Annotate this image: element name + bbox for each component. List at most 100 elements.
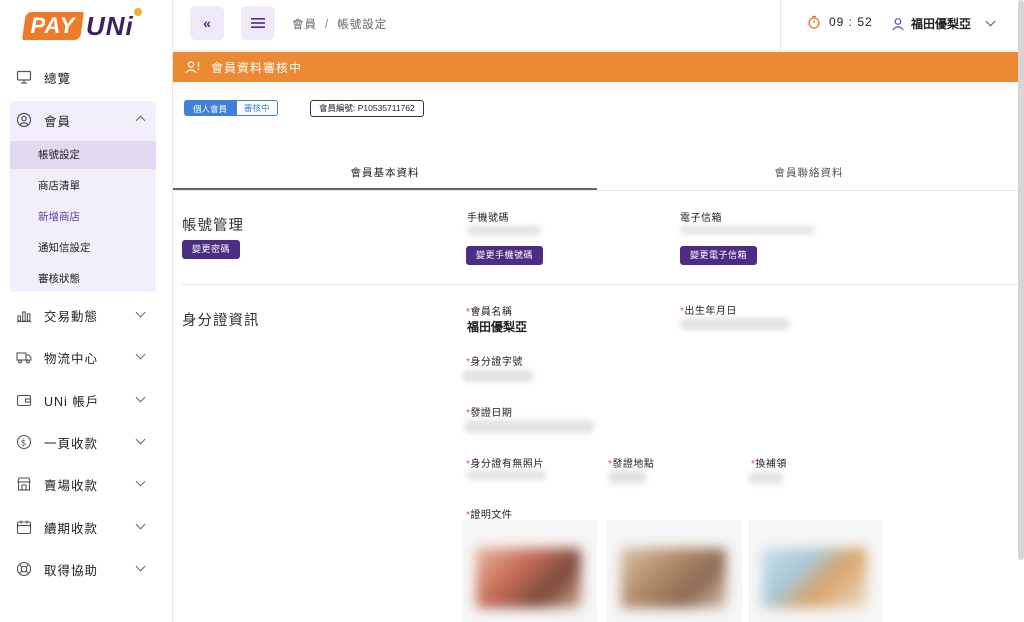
user-menu[interactable]: 福田優梨亞	[891, 15, 996, 32]
sidebar-item-overview[interactable]: 總覽	[10, 62, 156, 92]
header-divider	[780, 0, 781, 51]
payuni-logo[interactable]: PAY UNi	[22, 6, 144, 44]
issue-date-label: *發證日期	[466, 408, 513, 419]
reissue-blurred	[748, 472, 784, 484]
id-number-label: *身分證字號	[466, 357, 523, 368]
user-name: 福田優梨亞	[911, 17, 972, 31]
document-image-blurred	[476, 548, 581, 608]
member-badges: 個人會員 審核中	[184, 100, 278, 116]
email-value-blurred	[680, 226, 815, 234]
double-chevron-left-icon: «	[203, 15, 211, 31]
change-phone-button[interactable]: 變更手機號碼	[466, 246, 544, 265]
member-name-value: 福田優梨亞	[467, 320, 528, 334]
tab-basic-info[interactable]: 會員基本資料	[173, 160, 597, 190]
sidebar-item-label: 一頁收款	[44, 436, 99, 451]
sidebar-item-logistics[interactable]: 物流中心	[10, 342, 156, 372]
document-image-blurred	[762, 548, 867, 608]
document-thumbnail[interactable]	[607, 520, 742, 622]
sidebar-item-label: 取得協助	[44, 563, 99, 578]
sidebar-item-label: 會員	[44, 114, 72, 129]
issue-place-blurred	[608, 470, 646, 484]
store-icon	[16, 476, 32, 492]
sidebar-sub-review-status[interactable]: 審核狀態	[10, 265, 156, 293]
sidebar-item-label: 總覽	[44, 71, 72, 86]
sidebar-item-store-payment[interactable]: 賣場收款	[10, 469, 156, 499]
sidebar-item-label: 物流中心	[44, 351, 99, 366]
bar-chart-icon	[16, 307, 32, 323]
chevron-down-icon	[135, 519, 146, 530]
chevron-down-icon	[135, 561, 146, 572]
issue-place-label: *發證地點	[608, 459, 655, 470]
chevron-down-icon	[135, 349, 146, 360]
user-icon	[892, 17, 904, 30]
svg-text:$: $	[21, 439, 28, 449]
chevron-up-icon	[135, 115, 146, 126]
chevron-down-icon	[135, 434, 146, 445]
reissue-label: *換補領	[751, 459, 787, 470]
chevron-down-icon	[135, 476, 146, 487]
phone-label: 手機號碼	[467, 213, 509, 224]
logo-pay: PAY	[22, 12, 84, 40]
calendar-icon	[16, 519, 32, 535]
sidebar-item-label: 交易動態	[44, 309, 99, 324]
dollar-circle-icon: $	[16, 434, 32, 450]
hamburger-icon	[251, 18, 265, 28]
truck-icon	[16, 349, 32, 365]
issue-date-blurred	[464, 420, 594, 433]
sidebar-item-label: 續期收款	[44, 521, 99, 536]
page-scrollbar[interactable]	[1018, 0, 1024, 560]
sidebar-sub-store-list[interactable]: 商店清單	[10, 172, 156, 200]
logo-dot	[134, 8, 142, 16]
user-alert-icon	[185, 60, 201, 74]
member-name-label: *會員名稱	[466, 307, 513, 318]
sidebar-item-recurring-payment[interactable]: 續期收款	[10, 512, 156, 542]
document-image-blurred	[621, 548, 726, 608]
birthday-label: *出生年月日	[680, 306, 737, 317]
change-email-button[interactable]: 變更電子信箱	[680, 246, 758, 265]
sidebar-sub-add-store[interactable]: 新增商店	[10, 203, 156, 231]
sidebar-item-label: 賣場收款	[44, 478, 99, 493]
identity-section-title: 身分證資訊	[182, 313, 260, 329]
sidebar-item-uni-account[interactable]: UNi 帳戶	[10, 385, 156, 415]
review-status-badge: 審核中	[236, 100, 278, 116]
menu-button[interactable]	[241, 6, 275, 40]
sidebar-item-transactions[interactable]: 交易動態	[10, 300, 156, 330]
documents-label: *證明文件	[466, 510, 513, 521]
email-label: 電子信箱	[680, 213, 722, 224]
id-photo-label: *身分證有無照片	[466, 459, 544, 470]
chevron-down-icon	[985, 16, 996, 27]
breadcrumb: 會員 / 帳號設定	[292, 16, 387, 32]
breadcrumb-account-settings: 帳號設定	[337, 19, 388, 31]
user-circle-icon	[16, 112, 32, 128]
change-password-button[interactable]: 變更密碼	[182, 240, 241, 259]
logo-uni: UNi	[86, 11, 134, 41]
lifebuoy-icon	[16, 561, 32, 577]
breadcrumb-separator: /	[325, 19, 330, 31]
sidebar-item-one-page-payment[interactable]: $ 一頁收款	[10, 427, 156, 457]
id-number-blurred	[462, 370, 534, 382]
sidebar-sub-notification-settings[interactable]: 通知信設定	[10, 234, 156, 262]
breadcrumb-member[interactable]: 會員	[292, 19, 317, 31]
sidebar-sub-account-settings[interactable]: 帳號設定	[10, 141, 156, 169]
sidebar-item-member[interactable]: 會員	[10, 105, 156, 135]
document-thumbnail[interactable]	[748, 520, 883, 622]
tab-contact-info[interactable]: 會員聯絡資料	[597, 160, 1021, 190]
monitor-icon	[16, 69, 32, 85]
wallet-icon	[16, 392, 32, 408]
top-header: « 會員 / 帳號設定 09 : 52 福田優梨亞	[173, 0, 1024, 51]
document-thumbnail[interactable]	[462, 520, 597, 622]
banner-text: 會員資料審核中	[211, 60, 303, 75]
chevron-down-icon	[135, 307, 146, 318]
phone-value-blurred	[467, 226, 541, 236]
chevron-down-icon	[135, 392, 146, 403]
sidebar-item-help[interactable]: 取得協助	[10, 554, 156, 584]
member-type-badge: 個人會員	[184, 100, 237, 116]
collapse-sidebar-button[interactable]: «	[190, 6, 224, 40]
sidebar: PAY UNi 總覽 會員 帳號設定 商店清單 新增商店 通知信設定 審核狀態 …	[0, 0, 173, 622]
id-photo-blurred	[466, 470, 546, 480]
session-timer: 09 : 52	[807, 15, 873, 29]
review-banner: 會員資料審核中	[173, 52, 1020, 82]
sidebar-item-label: UNi 帳戶	[44, 394, 100, 409]
member-number-badge: 會員編號: P10535711762	[310, 100, 424, 117]
timer-value: 09 : 52	[829, 15, 873, 29]
